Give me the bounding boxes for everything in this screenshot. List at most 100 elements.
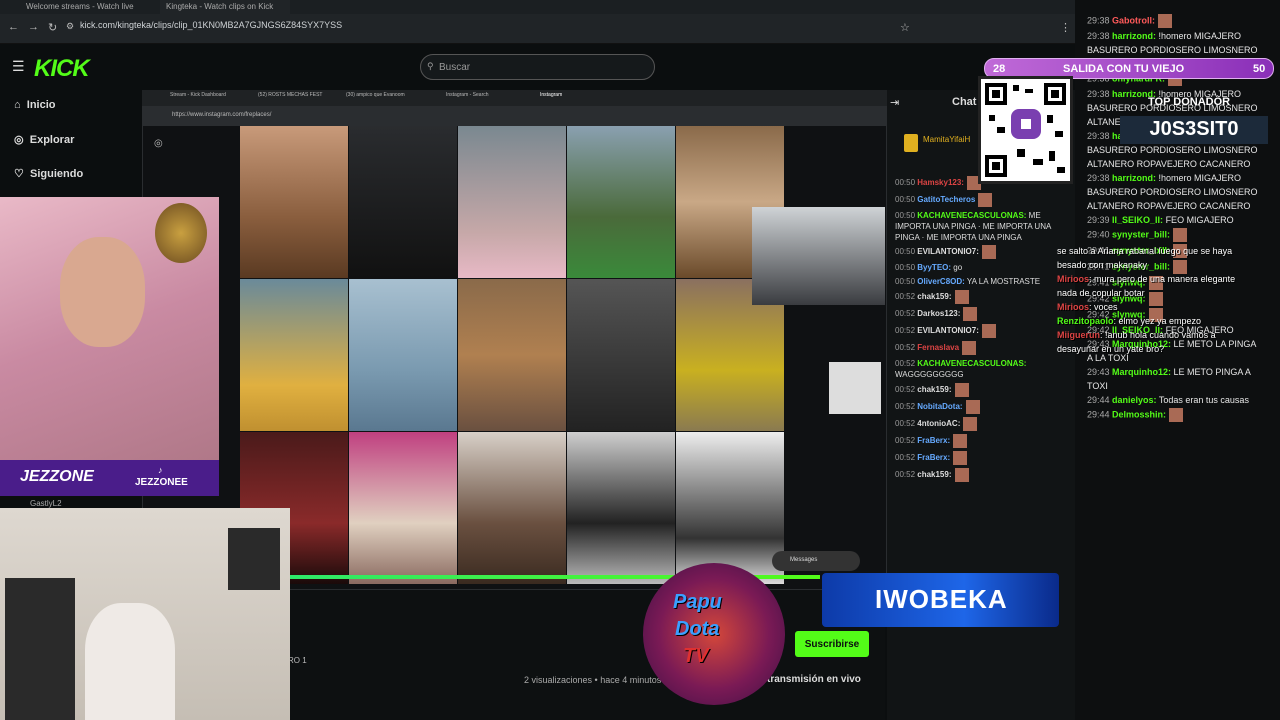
stream-chat-message: ALTANERO ROPAVEJERO CACANERO — [1087, 158, 1277, 170]
sidebar-item-explorar[interactable]: ◎ Explorar — [14, 133, 74, 146]
chat-username[interactable]: chak159: — [917, 470, 951, 479]
sidebar-item-inicio[interactable]: ⌂ Inicio — [14, 99, 56, 111]
chat-emote-icon — [963, 417, 978, 431]
chat-username[interactable]: OliverC8OD: — [917, 277, 965, 286]
chat-username[interactable]: EVILANTONIO7: — [917, 247, 979, 256]
overlay-chat-text: : voces — [1089, 302, 1118, 312]
live-link[interactable]: transmisión en vivo — [767, 674, 861, 685]
overlay-chat-username: Miiguerun — [1057, 330, 1100, 340]
clip-views: 2 visualizaciones • hace 4 minutos — [524, 675, 662, 685]
chat-message: 00:52 chak159: — [895, 290, 983, 304]
chat-username[interactable]: chak159: — [917, 292, 951, 301]
chat-timestamp: 00:52 — [895, 309, 918, 319]
sidebar-item-siguiendo[interactable]: ♡ Siguiendo — [14, 167, 83, 180]
inner-webcam — [752, 207, 885, 305]
stream-chat-timestamp: 29:43 — [1087, 367, 1113, 377]
overlay-chat-text: : !anub hola cuando vamos a — [1100, 330, 1216, 340]
stream-chat-message: 29:44 danielyos: Todas eran tus causas — [1087, 394, 1277, 406]
browser-menu-icon[interactable]: ⋮ — [1060, 21, 1071, 34]
chat-username[interactable]: FraBerx: — [917, 436, 950, 445]
chair — [5, 578, 75, 720]
site-info-icon[interactable]: ⚙ — [66, 21, 74, 32]
stream-chat-text: TOXI — [1087, 381, 1108, 391]
chat-emote-icon — [953, 451, 968, 465]
chat-timestamp: 00:52 — [895, 359, 918, 368]
person-figure — [85, 603, 175, 720]
photo-curly-hair — [458, 432, 566, 584]
stream-chat-username: harrizond: — [1112, 173, 1157, 183]
chat-username[interactable]: ByyTEO: — [917, 263, 951, 272]
stream-chat-username: danielyos: — [1112, 395, 1157, 405]
chat-username[interactable]: KACHAVENECASCULONAS: — [917, 359, 1026, 368]
chat-message: 00:50 OliverC8OD: YA LA MOSTRASTE — [895, 276, 1060, 287]
search-icon: ⚲ — [427, 61, 434, 71]
stream-chat-message: 29:38 Gabotroll: — [1087, 14, 1277, 28]
photo-pink-room — [349, 432, 457, 584]
stream-chat-username: II_SEIKO_II: — [1112, 215, 1164, 225]
top-donor-name: J0S3SIT0 — [1120, 116, 1268, 144]
home-icon: ⌂ — [14, 99, 21, 111]
browser-tab-1[interactable]: Welcome streams - Watch live — [20, 0, 150, 14]
instagram-grid — [240, 126, 784, 586]
chat-message: 00:52 Darkos123: — [895, 307, 983, 321]
stream-chat-username: synyster_bill: — [1112, 229, 1171, 240]
reload-icon[interactable]: ↻ — [48, 21, 57, 34]
back-icon[interactable]: ← — [8, 21, 19, 33]
overlay-chat-message: nada de copular botar — [1057, 287, 1277, 299]
chat-message: 00:52 FraBerx: — [895, 451, 983, 465]
overlay-chat-message: se salto a Ariana rabanal luego que se h… — [1057, 245, 1277, 257]
chat-username[interactable]: Hamsky123: — [917, 178, 964, 187]
search-input[interactable]: ⚲ Buscar — [420, 54, 655, 80]
chat-message: 00:52 Fernaslava — [895, 341, 983, 355]
chat-username[interactable]: 4ntonioAC: — [917, 419, 960, 428]
streamer-figure — [60, 237, 145, 347]
chat-timestamp: 00:50 — [895, 247, 918, 257]
tiktok-icon: ♪ — [158, 465, 163, 475]
overlay-chat: se salto a Ariana rabanal luego que se h… — [1057, 245, 1277, 357]
chat-timestamp: 00:52 — [895, 436, 918, 446]
stream-chat-timestamp: 29:38 — [1087, 89, 1113, 99]
chat-username[interactable]: Darkos123: — [917, 309, 960, 318]
chat-timestamp: 00:50 — [895, 195, 918, 205]
stream-chat-timestamp: 29:44 — [1087, 395, 1113, 405]
subscribe-button[interactable]: Suscribirse — [795, 631, 869, 657]
address-bar[interactable]: kick.com/kingteka/clips/clip_01KN0MB2A7G… — [80, 20, 342, 30]
stream-chat-message: TOXI — [1087, 380, 1277, 392]
collapse-chat-icon[interactable]: ⇥ — [890, 96, 899, 109]
photo-dress-white-room — [676, 432, 784, 584]
stream-chat-text: BASURERO PORDIOSERO LIMOSNERO — [1087, 45, 1258, 55]
menu-icon[interactable]: ☰ — [12, 58, 25, 75]
stream-chat-timestamp: 29:40 — [1087, 229, 1113, 240]
chat-timestamp: 00:52 — [895, 326, 918, 336]
messages-button[interactable]: Messages — [772, 551, 860, 571]
chat-timestamp: 00:52 — [895, 385, 918, 395]
chat-emote-icon — [962, 341, 977, 355]
stream-chat-text: Todas eran tus causas — [1156, 395, 1249, 405]
overlay-chat-message: Miiguerun: !anub hola cuando vamos a — [1057, 329, 1277, 341]
overlay-chat-text: nada de copular botar — [1057, 288, 1145, 298]
chat-timestamp: 00:52 — [895, 402, 918, 412]
overlay-chat-text: : mura pero de una manera elegante — [1089, 274, 1236, 284]
stream-chat-text: ALTANERO ROPAVEJERO CACANERO — [1087, 159, 1251, 169]
kick-logo[interactable]: KICK — [34, 55, 90, 83]
chat-username[interactable]: chak159: — [917, 385, 951, 394]
kick-chat-messages: 00:50 Hamsky123: 00:50 GatitoTecheros 00:5… — [895, 176, 1051, 485]
chat-username[interactable]: NobitaDota: — [917, 402, 962, 411]
streamer-logo: JEZZONE — [20, 468, 94, 485]
chat-timestamp: 00:50 — [895, 263, 918, 272]
chat-text: YA LA MOSTRASTE — [964, 277, 1041, 286]
stream-chat-message: BASURERO PORDIOSERO LIMOSNERO — [1087, 144, 1277, 156]
stream-chat-message: 29:39 II_SEIKO_II: FEO MIGAJERO — [1087, 214, 1277, 226]
chat-username[interactable]: Fernaslava — [917, 343, 959, 352]
overlay-chat-username: Mirioos — [1057, 274, 1090, 284]
forward-icon[interactable]: → — [28, 21, 39, 33]
stream-chat-username: Gabotroll: — [1112, 15, 1156, 26]
chat-username[interactable]: KACHAVENECASCULONAS: — [917, 211, 1026, 220]
chat-username[interactable]: GatitoTecheros — [917, 195, 975, 204]
chat-username[interactable]: EVILANTONIO7: — [917, 326, 979, 335]
stream-chat-timestamp: 29:38 — [1087, 131, 1113, 141]
bookmark-star-icon[interactable]: ☆ — [900, 21, 910, 34]
inner-tab: Stream - Kick Dashboard — [170, 92, 226, 98]
chat-username[interactable]: FraBerx: — [917, 453, 950, 462]
browser-tab-2[interactable]: Kingteka - Watch clips on Kick — [160, 0, 290, 14]
